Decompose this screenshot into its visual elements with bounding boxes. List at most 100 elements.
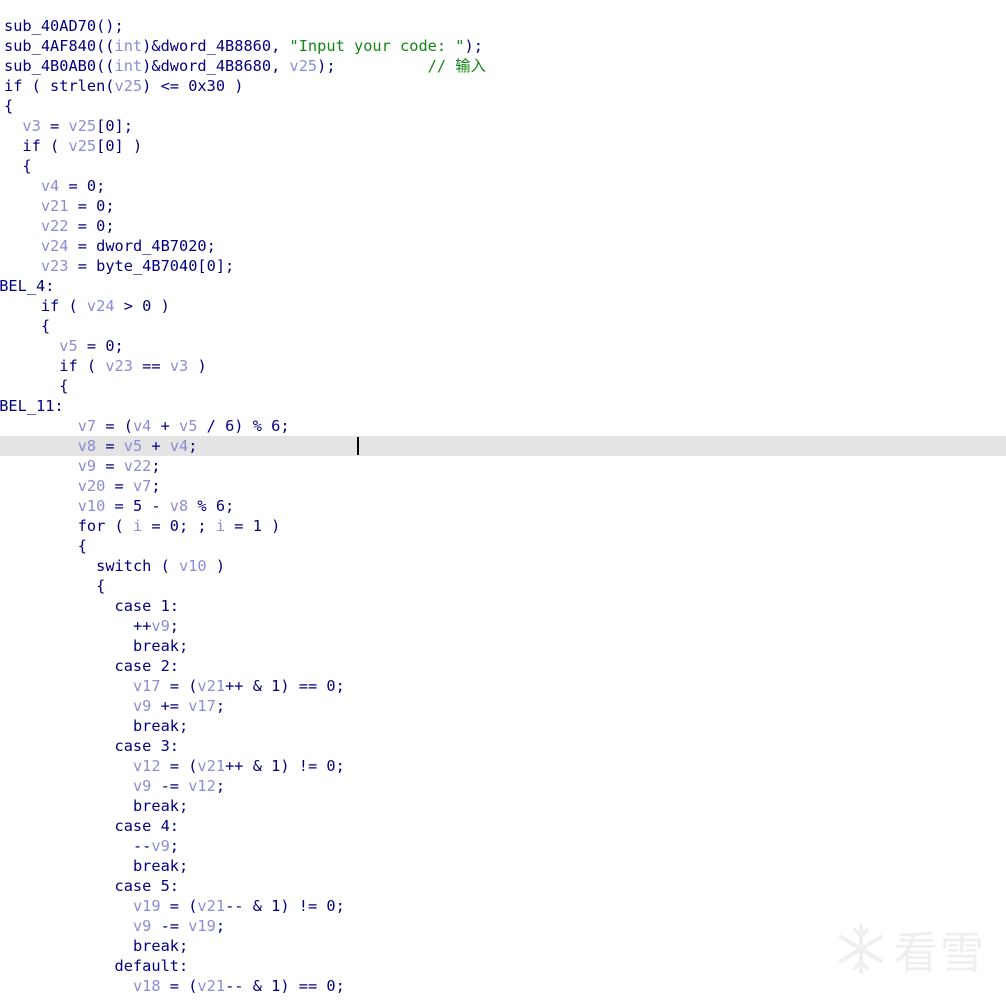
- code-line[interactable]: case 5:: [0, 876, 1006, 896]
- code-line[interactable]: v9 -= v12;: [0, 776, 1006, 796]
- code-line[interactable]: ++v9;: [0, 616, 1006, 636]
- code-token: case 4:: [114, 817, 179, 835]
- code-token: ): [206, 557, 226, 575]
- code-line[interactable]: case 4:: [0, 816, 1006, 836]
- watermark: 看雪: [834, 918, 994, 980]
- code-line[interactable]: v21 = 0;: [0, 196, 1006, 216]
- code-line[interactable]: v7 = (v4 + v5 / 6) % 6;: [0, 416, 1006, 436]
- code-label-line[interactable]: ABEL_4:: [0, 276, 1006, 296]
- code-line[interactable]: sub_4B0AB0((int)&dword_4B8680, v25); // …: [0, 56, 1006, 76]
- code-token: --: [132, 837, 152, 855]
- code-identifier: v21: [197, 897, 226, 915]
- code-comment: // 输入: [335, 57, 486, 75]
- code-identifier: v4: [132, 417, 152, 435]
- code-line[interactable]: v3 = v25[0];: [0, 116, 1006, 136]
- code-string: "Input your code: ": [289, 37, 465, 55]
- code-line[interactable]: {: [0, 576, 1006, 596]
- code-line[interactable]: break;: [0, 636, 1006, 656]
- code-line[interactable]: v4 = 0;: [0, 176, 1006, 196]
- code-identifier: v4: [40, 177, 60, 195]
- code-token: =: [96, 437, 124, 455]
- code-line[interactable]: v8 = v5 + v4;: [0, 436, 1006, 456]
- code-line[interactable]: switch ( v10 ): [0, 556, 1006, 576]
- code-token: % 6;: [188, 497, 235, 515]
- code-line[interactable]: --v9;: [0, 836, 1006, 856]
- code-token: if (: [22, 137, 69, 155]
- code-token: = (: [160, 757, 198, 775]
- code-token: -=: [151, 917, 189, 935]
- code-line[interactable]: for ( i = 0; ; i = 1 ): [0, 516, 1006, 536]
- code-identifier: v25: [114, 77, 143, 95]
- code-token: ;: [215, 777, 226, 795]
- code-identifier: v10: [179, 557, 207, 575]
- code-line[interactable]: {: [0, 536, 1006, 556]
- code-token: ;: [151, 457, 161, 475]
- code-line[interactable]: {: [0, 376, 1006, 396]
- code-line[interactable]: v23 = byte_4B7040[0];: [0, 256, 1006, 276]
- code-line[interactable]: if ( v23 == v3 ): [0, 356, 1006, 376]
- code-line[interactable]: sub_40AD70();: [0, 16, 1006, 36]
- code-identifier: v5: [59, 337, 78, 355]
- code-token: case 5:: [114, 877, 179, 895]
- code-line[interactable]: v9 += v17;: [0, 696, 1006, 716]
- code-identifier: v25: [68, 137, 97, 155]
- code-line[interactable]: if ( v25[0] ): [0, 136, 1006, 156]
- pseudocode-view[interactable]: sub_40AD70(); sub_4AF840((int)&dword_4B88…: [0, 16, 1006, 1000]
- code-token: ;: [215, 697, 226, 715]
- code-label-line[interactable]: ABEL_11:: [0, 396, 1006, 416]
- code-line[interactable]: {: [0, 96, 1006, 116]
- code-token: {: [77, 537, 87, 555]
- code-line[interactable]: v22 = 0;: [0, 216, 1006, 236]
- code-token: if (: [40, 297, 87, 315]
- code-identifier: v7: [77, 417, 97, 435]
- code-line[interactable]: break;: [0, 856, 1006, 876]
- code-line[interactable]: case 2:: [0, 656, 1006, 676]
- code-line[interactable]: case 3:: [0, 736, 1006, 756]
- code-token: {: [96, 577, 106, 595]
- code-line[interactable]: if ( strlen(v25) <= 0x30 ): [0, 76, 1006, 96]
- code-line[interactable]: v20 = v7;: [0, 476, 1006, 496]
- code-line[interactable]: v24 = dword_4B7020;: [0, 236, 1006, 256]
- code-token: -- & 1) != 0;: [225, 897, 345, 915]
- code-line[interactable]: break;: [0, 716, 1006, 736]
- code-line[interactable]: v17 = (v21++ & 1) == 0;: [0, 676, 1006, 696]
- code-line[interactable]: {: [0, 156, 1006, 176]
- code-token: = 0;: [59, 177, 106, 195]
- watermark-text: 看雪: [894, 928, 986, 979]
- code-line[interactable]: break;: [0, 796, 1006, 816]
- code-token: = 5 -: [105, 497, 170, 515]
- code-line[interactable]: v9 = v22;: [0, 456, 1006, 476]
- code-line[interactable]: v5 = 0;: [0, 336, 1006, 356]
- code-line[interactable]: sub_4AF840((int)&dword_4B8860, "Input yo…: [0, 36, 1006, 56]
- code-line[interactable]: {: [0, 316, 1006, 336]
- code-line[interactable]: if ( v24 > 0 ): [0, 296, 1006, 316]
- code-token: = 0;: [68, 217, 115, 235]
- code-identifier: v12: [132, 757, 161, 775]
- code-token: case 1:: [114, 597, 179, 615]
- code-line[interactable]: v19 = (v21-- & 1) != 0;: [0, 896, 1006, 916]
- code-line[interactable]: v10 = 5 - v8 % 6;: [0, 496, 1006, 516]
- code-token: = dword_4B7020;: [68, 237, 216, 255]
- code-line[interactable]: v12 = (v21++ & 1) != 0;: [0, 756, 1006, 776]
- code-line[interactable]: case 1:: [0, 596, 1006, 616]
- code-identifier: v9: [132, 777, 152, 795]
- code-identifier: v5: [179, 417, 198, 435]
- code-identifier: v17: [132, 677, 161, 695]
